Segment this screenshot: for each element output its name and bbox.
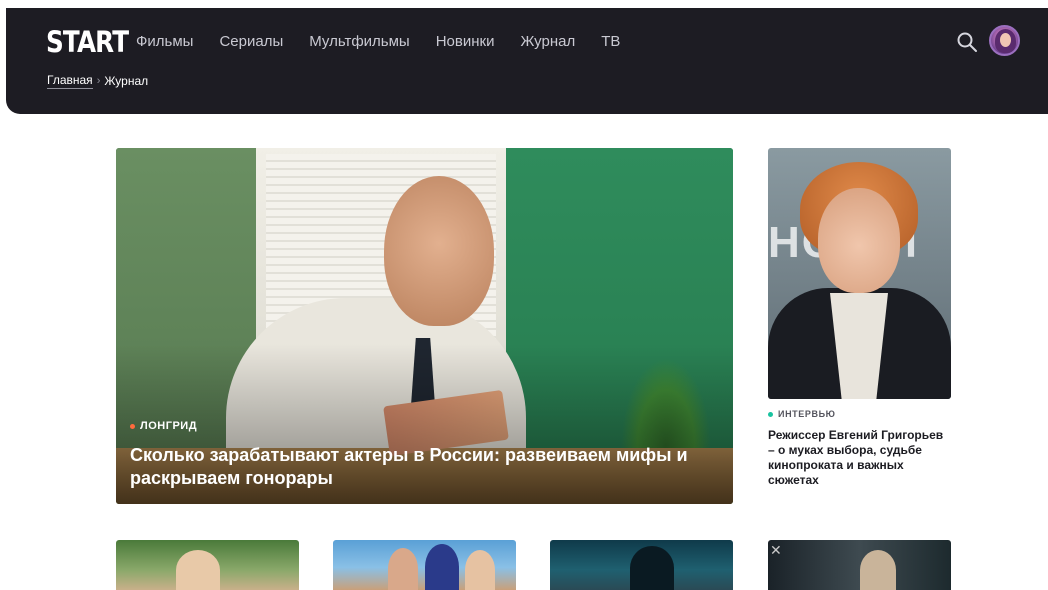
user-avatar[interactable]: [989, 25, 1020, 56]
article-thumbnail-3[interactable]: [550, 540, 733, 590]
start-logo[interactable]: START: [46, 25, 129, 59]
article-thumbnail-4[interactable]: ✕: [768, 540, 951, 590]
site-header: START Фильмы Сериалы Мультфильмы Новинки…: [6, 8, 1048, 114]
article-thumbnail-1[interactable]: [116, 540, 299, 590]
breadcrumb-home-link[interactable]: Главная: [47, 73, 93, 89]
side-article-title[interactable]: Режиссер Евгений Григорьев – о муках выб…: [768, 428, 951, 488]
hero-article-card[interactable]: ЛОНГРИД Сколько зарабатывают актеры в Ро…: [116, 148, 733, 504]
hero-tag-label: ЛОНГРИД: [140, 420, 198, 432]
side-article-card[interactable]: НО АП ИНТЕРВЬЮ Режиссер Евгений Григорье…: [768, 148, 951, 488]
nav-item-films[interactable]: Фильмы: [136, 33, 193, 50]
breadcrumb-separator: ›: [96, 75, 101, 87]
nav-item-tv[interactable]: ТВ: [601, 33, 620, 50]
hero-category-tag: ЛОНГРИД: [130, 420, 197, 432]
hero-article-title[interactable]: Сколько зарабатывают актеры в России: ра…: [130, 444, 710, 490]
search-icon[interactable]: [956, 31, 978, 53]
tag-dot-icon: [130, 423, 135, 429]
main-nav: Фильмы Сериалы Мультфильмы Новинки Журна…: [136, 33, 646, 50]
article-thumbnail-2[interactable]: [333, 540, 516, 590]
side-tag-label: ИНТЕРВЬЮ: [778, 409, 836, 419]
avatar-face: [1000, 33, 1011, 47]
nav-item-new[interactable]: Новинки: [436, 33, 495, 50]
close-icon: ✕: [770, 542, 782, 558]
side-article-image: НО АП: [768, 148, 951, 399]
nav-item-journal[interactable]: Журнал: [520, 33, 575, 50]
nav-item-series[interactable]: Сериалы: [219, 33, 283, 50]
breadcrumb-current: Журнал: [104, 74, 149, 88]
breadcrumb: Главная › Журнал: [47, 73, 148, 89]
side-category-tag: ИНТЕРВЬЮ: [768, 409, 951, 419]
nav-item-cartoons[interactable]: Мультфильмы: [309, 33, 409, 50]
tag-dot-icon: [768, 411, 773, 417]
